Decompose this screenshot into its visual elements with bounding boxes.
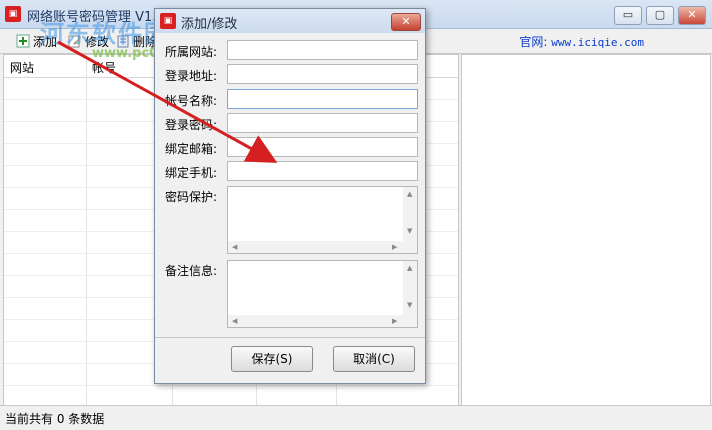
detail-panel — [461, 54, 711, 406]
vertical-scrollbar[interactable]: ▲ ▼ — [403, 187, 417, 241]
row-line — [4, 385, 458, 386]
scroll-up-icon[interactable]: ▲ — [407, 264, 412, 272]
website-link[interactable]: www.iciqie.com — [551, 36, 644, 49]
site-input[interactable] — [227, 40, 418, 60]
cancel-button[interactable]: 取消(C) — [333, 346, 415, 372]
label-password: 登录密码: — [165, 118, 218, 132]
scroll-left-icon[interactable]: ◀ — [232, 243, 237, 251]
horizontal-scrollbar[interactable]: ◀ ▶ — [228, 315, 417, 327]
status-text: 当前共有 0 条数据 — [5, 412, 105, 426]
column-divider — [86, 55, 87, 405]
status-bar: 当前共有 0 条数据 — [0, 405, 712, 430]
dialog-app-icon: ▣ — [160, 13, 176, 29]
scroll-right-icon[interactable]: ▶ — [392, 317, 397, 325]
login-url-input[interactable] — [227, 64, 418, 84]
dialog-close-button[interactable]: ✕ — [391, 13, 421, 31]
app-icon: ▣ — [5, 6, 21, 22]
scroll-up-icon[interactable]: ▲ — [407, 190, 412, 198]
dialog-title: 添加/修改 — [181, 17, 238, 32]
save-button[interactable]: 保存(S) — [231, 346, 313, 372]
label-email: 绑定邮箱: — [165, 142, 218, 156]
watermark-logo-text: 河东软件园 — [40, 20, 170, 48]
maximize-button[interactable]: ▢ — [646, 6, 674, 25]
label-login-url: 登录地址: — [165, 69, 218, 83]
add-edit-dialog: ▣ 添加/修改 ✕ 所属网站: 登录地址: 帐号名称: 登录密码: 绑定邮箱: … — [154, 8, 426, 384]
phone-input[interactable] — [227, 161, 418, 181]
label-account: 帐号名称: — [165, 94, 218, 108]
scroll-down-icon[interactable]: ▼ — [407, 227, 412, 235]
label-notes: 备注信息: — [165, 264, 218, 278]
dialog-title-bar: ▣ 添加/修改 ✕ — [155, 9, 425, 33]
account-input[interactable] — [227, 89, 418, 109]
close-window-button[interactable]: ✕ — [678, 6, 706, 25]
horizontal-scrollbar[interactable]: ◀ ▶ — [228, 241, 417, 253]
scroll-down-icon[interactable]: ▼ — [407, 301, 412, 309]
column-header-site[interactable]: 网站 — [10, 59, 34, 76]
notes-textarea[interactable]: ▲ ▼ ◀ ▶ — [227, 260, 418, 328]
minimize-button[interactable]: ▭ — [614, 6, 642, 25]
email-input[interactable] — [227, 137, 418, 157]
label-phone: 绑定手机: — [165, 166, 218, 180]
security-textarea[interactable]: ▲ ▼ ◀ ▶ — [227, 186, 418, 254]
scroll-right-icon[interactable]: ▶ — [392, 243, 397, 251]
password-input[interactable] — [227, 113, 418, 133]
dialog-divider — [155, 337, 425, 338]
scroll-left-icon[interactable]: ◀ — [232, 317, 237, 325]
label-security: 密码保护: — [165, 190, 218, 204]
add-icon — [16, 34, 30, 48]
label-site: 所属网站: — [165, 45, 218, 59]
vertical-scrollbar[interactable]: ▲ ▼ — [403, 261, 417, 315]
column-header-account[interactable]: 帐号 — [92, 59, 116, 76]
website-info: 官网: www.iciqie.com — [519, 33, 644, 50]
website-label: 官网: — [519, 35, 548, 49]
